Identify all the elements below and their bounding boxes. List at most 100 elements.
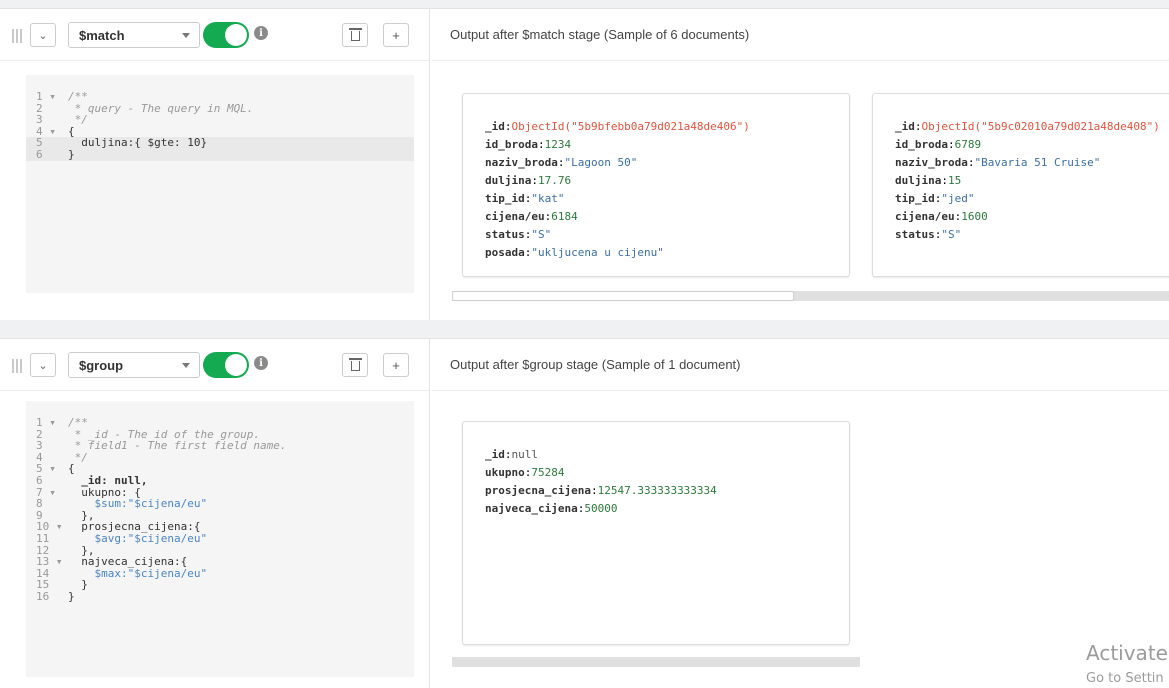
collapse-stage-button[interactable]: ⌄ <box>30 353 56 377</box>
field-key: ukupno <box>485 466 525 479</box>
document-field: status:"S" <box>485 228 552 241</box>
document-field: id_broda:1234 <box>485 138 572 151</box>
code-text: } <box>68 147 75 161</box>
stage-output-panel: Output after $group stage (Sample of 1 d… <box>432 339 1169 688</box>
document-field: duljina:17.76 <box>485 174 572 187</box>
dropdown-caret-icon <box>182 363 190 368</box>
code-line: 3 */ <box>26 114 414 126</box>
document-field: naziv_broda:"Lagoon 50" <box>485 156 638 169</box>
field-key: _id <box>485 120 505 133</box>
code-text: } <box>68 589 75 603</box>
chevron-down-icon: ⌄ <box>38 359 48 372</box>
field-key: id_broda <box>485 138 538 151</box>
dropdown-caret-icon <box>182 33 190 38</box>
document-field: _id:ObjectId("5b9bfebb0a79d021a48de406") <box>485 120 750 133</box>
document-card: _id:null ukupno:75284 prosjecna_cijena:1… <box>462 421 850 645</box>
document-field: prosjecna_cijena:12547.333333333334 <box>485 484 717 497</box>
horizontal-scrollbar[interactable] <box>452 291 1169 301</box>
line-number: 1 ▾ <box>36 416 56 429</box>
output-header: Output after $match stage (Sample of 6 d… <box>432 9 1169 61</box>
stage-enable-toggle[interactable] <box>203 352 249 378</box>
field-key: prosjecna_cijena <box>485 484 591 497</box>
code-line: 1 ▾ /** <box>26 91 414 103</box>
field-key: tip_id <box>485 192 525 205</box>
code-line: 4 */ <box>26 452 414 464</box>
document-field: status:"S" <box>895 228 962 241</box>
trash-icon <box>348 28 362 41</box>
code-line: 13 ▾ najveca_cijena:{ <box>26 556 414 568</box>
field-value: 6789 <box>954 138 982 151</box>
stage-editor-panel: ⌄ $group i + 1 ▾/** 2 * _id - The id of … <box>0 339 430 688</box>
field-value: "ukljucena u cijenu" <box>531 246 664 259</box>
scrollbar-thumb[interactable] <box>452 291 794 301</box>
aggregation-pipeline-page: ⌄ $match i + 1 ▾/** 2 * query - The quer… <box>0 0 1169 688</box>
field-key: _id <box>485 448 505 461</box>
chevron-down-icon: ⌄ <box>38 29 48 42</box>
code-text: /** <box>68 416 88 429</box>
code-lines: 1 ▾/** 2 * _id - The id of the group. 3 … <box>26 417 414 603</box>
collapse-stage-button[interactable]: ⌄ <box>30 23 56 47</box>
horizontal-scrollbar[interactable] <box>452 657 860 667</box>
document-field: id_broda:6789 <box>895 138 982 151</box>
code-editor[interactable]: 1 ▾/** 2 * _id - The id of the group. 3 … <box>26 401 414 677</box>
add-stage-button[interactable]: + <box>383 353 409 377</box>
code-lines: 1 ▾/** 2 * query - The query in MQL. 3 *… <box>26 91 414 161</box>
field-key: _id <box>895 120 915 133</box>
document-field: duljina:15 <box>895 174 962 187</box>
field-value: ObjectId("5b9c02010a79d021a48de408") <box>921 120 1160 133</box>
stage-operator-select[interactable]: $match <box>68 22 200 48</box>
code-editor[interactable]: 1 ▾/** 2 * query - The query in MQL. 3 *… <box>26 75 414 293</box>
field-key: najveca_cijena <box>485 502 578 515</box>
document-field: tip_id:"kat" <box>485 192 565 205</box>
field-key: status <box>485 228 525 241</box>
output-title: Output after $match stage (Sample of 6 d… <box>450 27 750 42</box>
info-icon[interactable]: i <box>254 26 268 40</box>
field-key: cijena/eu <box>895 210 955 223</box>
field-value: "Lagoon 50" <box>564 156 638 169</box>
code-text: $max:"$cijena/eu" <box>68 566 208 580</box>
drag-handle-icon[interactable] <box>12 359 22 373</box>
activate-windows-watermark: Activate Go to Settin <box>1086 641 1169 688</box>
field-key: posada <box>485 246 525 259</box>
code-text: * query - The query in MQL. <box>68 101 254 115</box>
code-text: _id: null, <box>68 473 148 487</box>
field-value: 50000 <box>584 502 618 515</box>
field-value: 6184 <box>551 210 578 223</box>
code-line: 11 $avg:"$cijena/eu" <box>26 533 414 545</box>
document-field: cijena/eu:1600 <box>895 210 988 223</box>
line-number: 8 <box>36 497 43 511</box>
code-text: duljina:{ $gte: 10} <box>68 136 208 150</box>
info-icon[interactable]: i <box>254 356 268 370</box>
field-key: naziv_broda <box>485 156 558 169</box>
stage-match: ⌄ $match i + 1 ▾/** 2 * query - The quer… <box>0 8 1169 320</box>
field-value: "S" <box>531 228 552 241</box>
line-number: 16 <box>36 589 50 603</box>
code-line: 16} <box>26 591 414 603</box>
trash-icon <box>348 358 362 371</box>
stage-operator-select[interactable]: $group <box>68 352 200 378</box>
stage-operator-value: $group <box>79 358 124 373</box>
field-value: "kat" <box>531 192 565 205</box>
drag-handle-icon[interactable] <box>12 29 22 43</box>
field-value: "jed" <box>941 192 975 205</box>
document-field: najveca_cijena:50000 <box>485 502 618 515</box>
delete-stage-button[interactable] <box>342 353 368 377</box>
code-line: 1 ▾ /** <box>26 417 414 429</box>
document-field: _id:null <box>485 448 538 461</box>
field-value: 15 <box>947 174 962 187</box>
code-text: najveca_cijena:{ <box>68 555 188 569</box>
stage-enable-toggle[interactable] <box>203 22 249 48</box>
line-number: 13 ▾ <box>36 555 63 569</box>
document-field: tip_id:"jed" <box>895 192 975 205</box>
code-text: * field1 - The first field name. <box>68 439 287 453</box>
field-key: cijena/eu <box>485 210 545 223</box>
delete-stage-button[interactable] <box>342 23 368 47</box>
watermark-line-1: Activate <box>1086 641 1168 665</box>
document-field: naziv_broda:"Bavaria 51 Cruise" <box>895 156 1101 169</box>
document-card: _id:ObjectId("5b9bfebb0a79d021a48de406")… <box>462 93 850 277</box>
field-value: 1600 <box>961 210 988 223</box>
stage-group: ⌄ $group i + 1 ▾/** 2 * _id - The id of … <box>0 338 1169 688</box>
field-value: 75284 <box>531 466 565 479</box>
toggle-knob <box>225 354 247 376</box>
add-stage-button[interactable]: + <box>383 23 409 47</box>
